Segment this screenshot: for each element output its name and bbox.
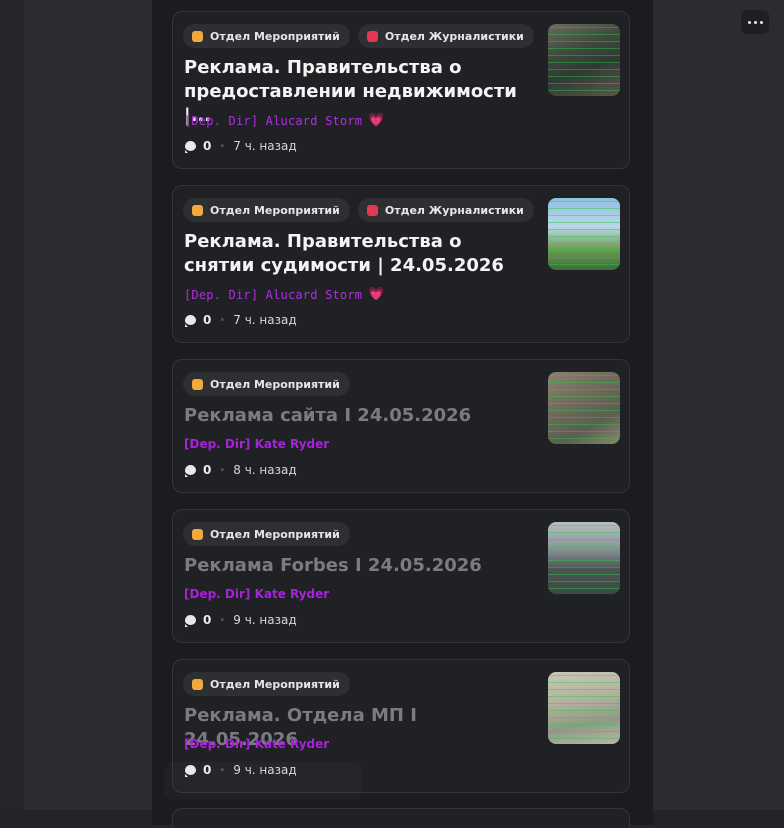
post-card[interactable]: Отдел Мероприятий Отдел Журналистики Рек… bbox=[172, 11, 630, 169]
post-meta: 0 • 7 ч. назад bbox=[185, 139, 297, 153]
meta-separator: • bbox=[219, 140, 226, 152]
meta-separator: • bbox=[219, 614, 226, 626]
ellipsis-horizontal-icon bbox=[747, 20, 763, 24]
post-author[interactable]: [Dep. Dir] Alucard Storm 💗 bbox=[184, 113, 385, 128]
post-thumbnail[interactable] bbox=[548, 372, 620, 444]
tag-events[interactable]: Отдел Мероприятий bbox=[183, 672, 350, 696]
comment-count: 0 bbox=[203, 463, 212, 477]
tag-label: Отдел Мероприятий bbox=[210, 377, 340, 391]
tag-journalism[interactable]: Отдел Журналистики bbox=[357, 198, 534, 222]
post-meta: 0 • 7 ч. назад bbox=[185, 313, 297, 327]
heart-emoji: 💗 bbox=[368, 113, 385, 128]
post-author[interactable]: [Dep. Dir] Kate Ryder bbox=[184, 437, 329, 451]
events-dept-icon bbox=[192, 378, 203, 390]
post-meta: 0 • 8 ч. назад bbox=[185, 463, 297, 477]
tag-label: Отдел Мероприятий bbox=[210, 527, 340, 541]
author-name: [Dep. Dir] Kate Ryder bbox=[184, 587, 330, 601]
tag-events[interactable]: Отдел Мероприятий bbox=[183, 198, 350, 222]
post-author[interactable]: [Dep. Dir] Kate Ryder bbox=[184, 587, 329, 601]
post-time: 8 ч. назад bbox=[233, 463, 297, 477]
events-dept-icon bbox=[192, 528, 203, 540]
post-card[interactable] bbox=[172, 808, 630, 828]
post-author[interactable]: [Dep. Dir] Alucard Storm 💗 bbox=[184, 287, 385, 302]
post-tags: Отдел Мероприятий bbox=[183, 672, 350, 696]
tag-label: Отдел Мероприятий bbox=[210, 29, 340, 43]
post-time: 7 ч. назад bbox=[233, 139, 297, 153]
post-thumbnail[interactable] bbox=[548, 198, 620, 270]
comment-icon bbox=[185, 465, 196, 477]
tag-events[interactable]: Отдел Мероприятий bbox=[183, 24, 350, 48]
post-tags: Отдел Мероприятий Отдел Журналистики bbox=[183, 198, 534, 222]
more-options-button[interactable] bbox=[741, 10, 769, 34]
tag-label: Отдел Мероприятий bbox=[210, 677, 340, 691]
comment-icon bbox=[185, 615, 196, 627]
post-tags: Отдел Мероприятий bbox=[183, 522, 350, 546]
post-thumbnail[interactable] bbox=[548, 522, 620, 594]
heart-emoji: 💗 bbox=[368, 287, 385, 302]
post-title[interactable]: Реклама Forbes I 24.05.2026 bbox=[184, 554, 524, 578]
events-dept-icon bbox=[192, 204, 203, 216]
tag-label: Отдел Журналистики bbox=[384, 203, 524, 217]
tag-journalism[interactable]: Отдел Журналистики bbox=[357, 24, 534, 48]
post-title[interactable]: Реклама сайта I 24.05.2026 bbox=[184, 404, 524, 428]
author-name: [Dep. Dir] Alucard Storm bbox=[184, 287, 363, 302]
comment-count: 0 bbox=[203, 313, 212, 327]
hover-overlay bbox=[164, 762, 362, 800]
tag-events[interactable]: Отдел Мероприятий bbox=[183, 522, 350, 546]
post-thumbnail[interactable] bbox=[548, 24, 620, 96]
post-meta: 0 • 9 ч. назад bbox=[185, 613, 297, 627]
events-dept-icon bbox=[192, 678, 203, 690]
tag-label: Отдел Журналистики bbox=[384, 29, 524, 43]
post-card[interactable]: Отдел Мероприятий Реклама Forbes I 24.05… bbox=[172, 509, 630, 643]
tag-events[interactable]: Отдел Мероприятий bbox=[183, 372, 350, 396]
author-name: [Dep. Dir] Kate Ryder bbox=[184, 437, 330, 451]
meta-separator: • bbox=[219, 314, 226, 326]
comment-count: 0 bbox=[203, 613, 212, 627]
post-title[interactable]: Реклама. Правительства о снятии судимост… bbox=[184, 230, 524, 278]
author-name: [Dep. Dir] Kate Ryder bbox=[184, 737, 330, 751]
comment-icon bbox=[185, 315, 196, 327]
post-thumbnail[interactable] bbox=[548, 672, 620, 744]
post-card[interactable]: Отдел Мероприятий Реклама сайта I 24.05.… bbox=[172, 359, 630, 493]
journalism-dept-icon bbox=[366, 204, 378, 216]
post-time: 9 ч. назад bbox=[233, 613, 297, 627]
comment-icon bbox=[185, 141, 196, 153]
post-tags: Отдел Мероприятий Отдел Журналистики bbox=[183, 24, 534, 48]
comment-count: 0 bbox=[203, 139, 212, 153]
post-time: 7 ч. назад bbox=[233, 313, 297, 327]
post-author[interactable]: [Dep. Dir] Kate Ryder bbox=[184, 737, 329, 751]
post-card[interactable]: Отдел Мероприятий Отдел Журналистики Рек… bbox=[172, 185, 630, 343]
author-name: [Dep. Dir] Alucard Storm bbox=[184, 113, 363, 128]
meta-separator: • bbox=[219, 464, 226, 476]
post-tags: Отдел Мероприятий bbox=[183, 372, 350, 396]
events-dept-icon bbox=[192, 30, 203, 42]
tag-label: Отдел Мероприятий bbox=[210, 203, 340, 217]
journalism-dept-icon bbox=[366, 30, 378, 42]
